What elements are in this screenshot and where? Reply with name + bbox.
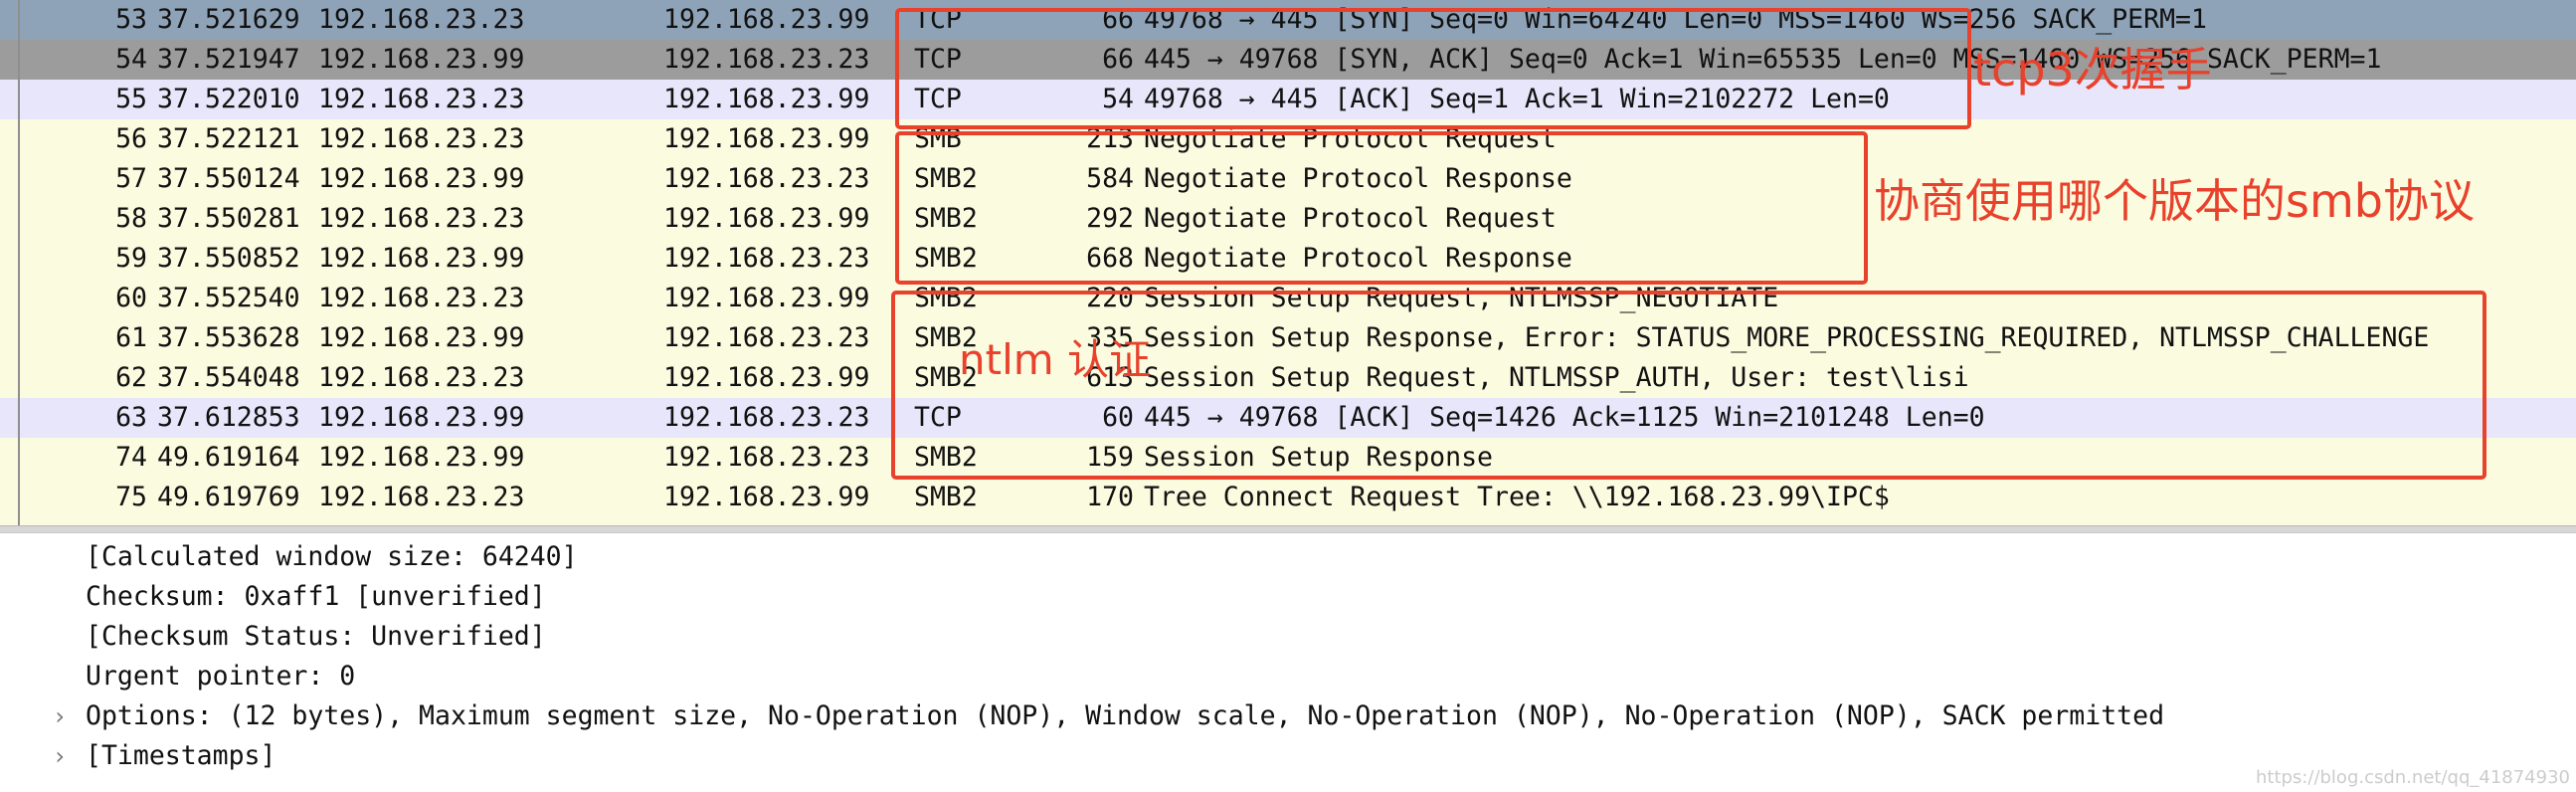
packet-source: 192.168.23.23 (318, 84, 525, 114)
packet-number: 56 (115, 123, 147, 154)
packet-list-gutter (0, 0, 20, 525)
packet-time: 37.550281 (157, 203, 300, 234)
expand-arrow-icon[interactable]: › (48, 696, 72, 736)
detail-line[interactable]: [Checksum Status: Unverified] (86, 617, 546, 657)
packet-info: Tree Connect Request Tree: \\192.168.23.… (1144, 482, 1890, 512)
packet-number: 63 (115, 402, 147, 433)
packet-source: 192.168.23.23 (318, 283, 525, 313)
packet-number: 61 (115, 322, 147, 353)
packet-length: 170 (1086, 482, 1134, 512)
annotation-box-tcp-handshake (895, 8, 1971, 129)
detail-line[interactable]: [Timestamps] (86, 736, 276, 776)
annotation-label-tcp-handshake: tcp3次握手 (1973, 43, 2212, 97)
packet-source: 192.168.23.99 (318, 163, 525, 194)
packet-number: 54 (115, 44, 147, 75)
packet-destination: 192.168.23.23 (663, 163, 870, 194)
packet-details-pane: [Calculated window size: 64240] Checksum:… (0, 533, 2576, 792)
packet-time: 37.550852 (157, 243, 300, 274)
packet-time: 37.552540 (157, 283, 300, 313)
packet-time: 37.550124 (157, 163, 300, 194)
packet-time: 37.553628 (157, 322, 300, 353)
packet-source: 192.168.23.23 (318, 203, 525, 234)
packet-source: 192.168.23.23 (318, 362, 525, 393)
packet-destination: 192.168.23.99 (663, 123, 870, 154)
packet-destination: 192.168.23.99 (663, 362, 870, 393)
packet-number: 53 (115, 4, 147, 35)
packet-number: 60 (115, 283, 147, 313)
packet-number: 58 (115, 203, 147, 234)
packet-destination: 192.168.23.23 (663, 442, 870, 473)
packet-source: 192.168.23.99 (318, 442, 525, 473)
expand-arrow-icon[interactable]: › (48, 736, 72, 776)
packet-time: 37.612853 (157, 402, 300, 433)
packet-destination: 192.168.23.23 (663, 402, 870, 433)
packet-number: 57 (115, 163, 147, 194)
packet-source: 192.168.23.99 (318, 322, 525, 353)
annotation-label-negotiate: 协商使用哪个版本的smb协议 (1874, 174, 2475, 228)
packet-number: 55 (115, 84, 147, 114)
packet-source: 192.168.23.99 (318, 44, 525, 75)
packet-destination: 192.168.23.99 (663, 203, 870, 234)
detail-line[interactable]: Options: (12 bytes), Maximum segment siz… (86, 696, 2164, 736)
packet-destination: 192.168.23.99 (663, 4, 870, 35)
annotation-box-negotiate (895, 131, 1868, 285)
annotation-label-ntlm: ntlm 认证 (959, 335, 1152, 384)
packet-time: 37.522010 (157, 84, 300, 114)
packet-row[interactable]: 75 49.619769 192.168.23.23 192.168.23.99 SMB… (0, 478, 2576, 517)
detail-line[interactable]: Urgent pointer: 0 (86, 657, 355, 696)
packet-number: 74 (115, 442, 147, 473)
packet-time: 37.521629 (157, 4, 300, 35)
packet-number: 62 (115, 362, 147, 393)
packet-time: 49.619164 (157, 442, 300, 473)
packet-time: 37.554048 (157, 362, 300, 393)
detail-line[interactable]: [Calculated window size: 64240] (86, 537, 578, 577)
packet-source: 192.168.23.23 (318, 123, 525, 154)
packet-destination: 192.168.23.23 (663, 322, 870, 353)
detail-line[interactable]: Checksum: 0xaff1 [unverified] (86, 577, 546, 617)
packet-time: 49.619769 (157, 482, 300, 512)
packet-source: 192.168.23.99 (318, 402, 525, 433)
packet-number: 75 (115, 482, 147, 512)
packet-source: 192.168.23.23 (318, 4, 525, 35)
pane-splitter[interactable] (0, 525, 2576, 533)
packet-destination: 192.168.23.99 (663, 84, 870, 114)
packet-destination: 192.168.23.99 (663, 283, 870, 313)
packet-source: 192.168.23.99 (318, 243, 525, 274)
watermark: https://blog.csdn.net/qq_41874930 (2255, 767, 2570, 788)
packet-destination: 192.168.23.23 (663, 44, 870, 75)
packet-source: 192.168.23.23 (318, 482, 525, 512)
packet-destination: 192.168.23.23 (663, 243, 870, 274)
packet-time: 37.521947 (157, 44, 300, 75)
packet-number: 59 (115, 243, 147, 274)
packet-destination: 192.168.23.99 (663, 482, 870, 512)
packet-time: 37.522121 (157, 123, 300, 154)
packet-protocol: SMB2 (914, 482, 978, 512)
